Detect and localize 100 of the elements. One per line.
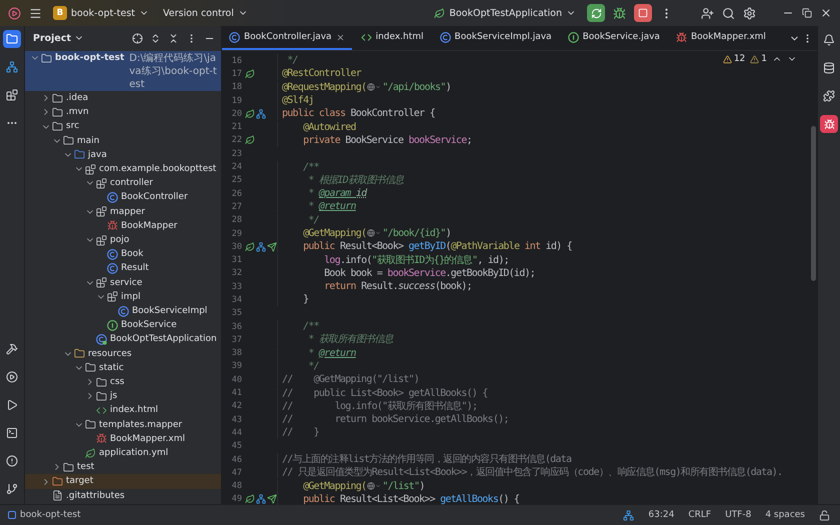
tree-row[interactable]: pojo [25, 233, 221, 248]
tree-row[interactable]: application.yml [25, 446, 221, 460]
menu-button[interactable] [29, 6, 42, 20]
tree-row[interactable]: BookMapper [25, 218, 221, 234]
tree-row[interactable]: impl [25, 290, 221, 304]
weak-warning-count[interactable]: 1 [750, 54, 767, 64]
tree-row[interactable]: test [25, 460, 221, 474]
tree-row[interactable]: .mvn [25, 105, 221, 120]
editor-tab[interactable]: index.html [354, 26, 431, 50]
warning-count[interactable]: 12 [722, 54, 746, 64]
file-encoding[interactable]: UTF-8 [725, 510, 752, 520]
tree-row[interactable]: resources [25, 346, 221, 361]
leaf-icon[interactable] [245, 242, 255, 252]
tree-label: index.html [110, 404, 158, 418]
tree-row[interactable]: BookController [25, 190, 221, 205]
expand-all-button[interactable] [150, 32, 161, 44]
interface-icon [107, 320, 118, 331]
close-icon [820, 7, 832, 19]
line-number: 45 [230, 441, 242, 452]
leaf-icon[interactable] [245, 494, 255, 504]
caret-position[interactable]: 63:24 [648, 510, 674, 520]
debug-button[interactable] [613, 6, 626, 20]
database-icon [823, 62, 835, 74]
stop-button[interactable] [634, 4, 652, 22]
project-breadcrumb[interactable]: book-opt-test [20, 510, 81, 520]
tree-row[interactable]: Book [25, 247, 221, 262]
tree-row[interactable]: css [25, 375, 221, 390]
tree-row[interactable]: target [25, 474, 221, 489]
tree-row[interactable]: index.html [25, 403, 221, 418]
settings-button[interactable] [743, 6, 756, 20]
tree-row[interactable]: BookOptTestApplication [25, 332, 221, 347]
globe-icon[interactable] [367, 83, 382, 91]
line-number: 36 [230, 322, 242, 332]
globe-icon[interactable] [367, 229, 382, 238]
tree-row[interactable]: Result [25, 261, 221, 276]
tree-row[interactable]: BookServiceImpl [25, 304, 221, 318]
scrollbar-thumb[interactable] [811, 126, 816, 281]
restore-button[interactable] [802, 8, 812, 18]
tree-row[interactable]: controller [25, 176, 221, 190]
hierarchy-icon[interactable] [256, 108, 266, 119]
line-ending[interactable]: CRLF [688, 510, 712, 520]
blocks-icon [6, 89, 18, 101]
app-logo-icon[interactable] [8, 6, 21, 20]
hierarchy-icon[interactable] [256, 242, 266, 252]
tree-row[interactable]: .idea [25, 91, 221, 106]
tree-label: com.example.bookopttest [99, 163, 216, 176]
locate-button[interactable] [132, 32, 143, 44]
editor-tab[interactable]: BookService.java [560, 26, 667, 50]
close-icon[interactable] [336, 32, 345, 42]
code-line: // return bookService.getAllBooks(); [277, 413, 509, 426]
collapse-all-button[interactable] [168, 32, 179, 44]
hierarchy-icon[interactable] [623, 510, 634, 520]
tree-row[interactable]: js [25, 389, 221, 404]
hierarchy-icon[interactable] [256, 494, 266, 504]
tree-row[interactable]: templates.mapper [25, 418, 221, 432]
tree-row[interactable]: service [25, 276, 221, 290]
line-number: 27 [230, 202, 242, 212]
tree-row[interactable]: java [25, 148, 221, 162]
search-button[interactable] [722, 6, 735, 20]
leaf-icon[interactable] [245, 135, 255, 146]
project-switcher[interactable]: B book-opt-test [50, 4, 152, 22]
line-number: 22 [230, 135, 242, 146]
project-view-dropdown[interactable]: Project [33, 32, 84, 44]
run-config-dropdown[interactable]: BookOptTestApplication [431, 6, 579, 20]
leaf-icon[interactable] [245, 68, 255, 79]
leaf-icon[interactable] [245, 108, 255, 119]
line-number: 18 [230, 82, 242, 92]
send-icon[interactable] [267, 242, 277, 252]
line-number: 39 [230, 361, 242, 372]
send-icon[interactable] [267, 494, 277, 504]
tree-row[interactable]: static [25, 360, 221, 376]
globe-icon[interactable] [367, 482, 382, 490]
vcs-dropdown[interactable]: Version control [160, 6, 251, 20]
editor-tab[interactable]: BookMapper.xml [668, 26, 773, 50]
code-line: public Result<Book> getByID(@PathVariable int id) { [277, 240, 572, 254]
tree-row[interactable]: BookMapper.xml [25, 432, 221, 446]
indent-setting[interactable]: 4 spaces [765, 510, 805, 520]
tree-row[interactable]: .gitattributes [25, 488, 221, 503]
plugin-tool-button[interactable] [820, 115, 838, 133]
tree-row[interactable]: BookService [25, 318, 221, 332]
tree-label: service [110, 276, 142, 290]
code-line: @Autowired [277, 120, 356, 134]
project-tool-button[interactable] [3, 30, 21, 48]
tree-row[interactable]: book-opt-test D:\编程代码练习\java练习\book-opt-test [25, 51, 221, 91]
close-button[interactable] [820, 7, 832, 19]
hammer-icon [6, 343, 18, 355]
line-number: 43 [230, 414, 242, 425]
add-user-button[interactable] [701, 6, 714, 20]
rerun-button[interactable] [587, 4, 605, 22]
tree-row[interactable]: src [25, 119, 221, 134]
tree-row[interactable]: com.example.bookopttest [25, 162, 221, 176]
lock-icon[interactable] [819, 510, 830, 520]
editor-tab[interactable]: BookController.java [222, 26, 352, 50]
menu-icon [29, 6, 42, 20]
collapse-icon [168, 32, 179, 44]
tree-row[interactable]: mapper [25, 204, 221, 219]
warning-icon [750, 54, 760, 64]
editor-tab[interactable]: BookServiceImpl.java [432, 26, 559, 50]
folder-icon [52, 476, 63, 488]
tree-row[interactable]: main [25, 134, 221, 148]
